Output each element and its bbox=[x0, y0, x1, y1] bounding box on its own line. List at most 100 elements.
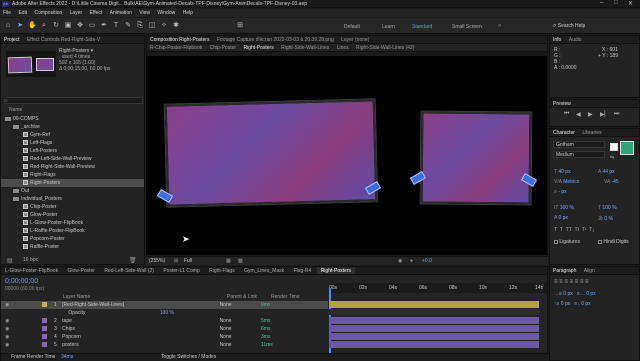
zoom-tool-icon[interactable]: ⌕ bbox=[40, 22, 48, 30]
ligatures-checkbox[interactable]: Ligatures bbox=[554, 239, 580, 245]
exposure-value[interactable]: +0.0 bbox=[422, 257, 432, 265]
list-item[interactable]: _archive bbox=[1, 123, 144, 131]
tab-layer[interactable]: Layer (none) bbox=[338, 36, 372, 43]
font-style-select[interactable]: Medium bbox=[553, 151, 605, 158]
table-row[interactable]: ◉ 2 tape None 5ms bbox=[1, 317, 328, 325]
workspace-small-screen[interactable]: Small Screen bbox=[452, 24, 482, 30]
tab-character[interactable]: Character bbox=[550, 129, 578, 136]
tab-composition[interactable]: Composition Right-Posters bbox=[147, 36, 212, 43]
show-channel-icon[interactable]: ● bbox=[410, 258, 413, 264]
layer-bar[interactable] bbox=[329, 317, 539, 324]
list-item[interactable]: Chip-Poster bbox=[1, 203, 144, 211]
bpc-indicator[interactable]: 16 bpc bbox=[23, 256, 38, 264]
swap-colors-icon[interactable]: ⇆ bbox=[610, 155, 614, 161]
zoom-select[interactable]: (255%) bbox=[149, 257, 165, 265]
hand-tool-icon[interactable]: ✋ bbox=[28, 22, 37, 30]
toggle-switches-modes[interactable]: Toggle Switches / Modes bbox=[161, 354, 216, 361]
brush-tool-icon[interactable]: ✎ bbox=[124, 22, 132, 30]
horizontal-scale-field[interactable]: T 100 % bbox=[598, 205, 617, 211]
space-fields[interactable]: ↑≡ 0 px ≡↓ 0 px bbox=[554, 301, 591, 307]
list-item[interactable]: Individual_Posters bbox=[1, 195, 144, 203]
tab-effect-controls[interactable]: Effect Controls Red-Right-Side-V bbox=[24, 36, 103, 43]
text-style-buttons[interactable]: T T TT Tt T¹ T₁ bbox=[554, 227, 594, 233]
search-help[interactable]: ⌕ Search Help bbox=[553, 23, 635, 31]
composition-viewer[interactable]: ➤ bbox=[146, 56, 547, 255]
layer-bar[interactable] bbox=[329, 301, 539, 308]
stroke-width-field[interactable]: ≡ - px bbox=[554, 189, 567, 195]
table-row[interactable]: ◉ 4 Popcorn None 3ms bbox=[1, 333, 328, 341]
label-color[interactable] bbox=[42, 318, 48, 324]
layer-bar[interactable] bbox=[329, 325, 539, 332]
camera-snapshot-icon[interactable]: ◉ bbox=[398, 258, 402, 264]
hindi-digits-checkbox[interactable]: Hindi Digits bbox=[598, 239, 629, 245]
resolution-grid-icon[interactable]: ⊞ bbox=[174, 258, 178, 264]
tab-timeline[interactable]: Poster-L1 Comp bbox=[159, 267, 203, 274]
list-item[interactable]: Red-Right-Side-Wall-Preview bbox=[1, 163, 144, 171]
list-item[interactable]: Gym-Ref bbox=[1, 131, 144, 139]
kerning-field[interactable]: V/A Metrics bbox=[554, 179, 579, 185]
layer-bar[interactable] bbox=[329, 333, 539, 340]
camera-tool-icon[interactable]: ▣ bbox=[64, 22, 72, 30]
list-item[interactable]: Left-Posters bbox=[1, 147, 144, 155]
interpret-footage-icon[interactable]: ▤ bbox=[7, 257, 13, 264]
list-item-selected[interactable]: Right-Posters bbox=[1, 179, 144, 187]
tab-timeline-active[interactable]: Right-Posters bbox=[316, 267, 355, 274]
prev-frame-icon[interactable]: ◀ bbox=[576, 111, 581, 118]
label-color[interactable] bbox=[42, 342, 48, 348]
menu-window[interactable]: Window bbox=[154, 9, 178, 17]
list-item[interactable]: Raffle-Poster bbox=[1, 243, 144, 251]
tab-timeline[interactable]: Gym_Lines_Mask bbox=[240, 267, 288, 274]
label-color[interactable] bbox=[42, 302, 48, 308]
menu-layer[interactable]: Layer bbox=[67, 9, 86, 17]
breadcrumb-item[interactable]: R-Chip-Poster-Flipbook bbox=[147, 44, 205, 51]
tracking-field[interactable]: VA -45 bbox=[604, 179, 619, 185]
workspace-learn[interactable]: Learn bbox=[382, 24, 395, 30]
table-row[interactable]: Opacity 100 % bbox=[1, 309, 328, 317]
layer-bar[interactable] bbox=[329, 309, 539, 315]
tab-timeline[interactable]: Flag-R4 bbox=[290, 267, 316, 274]
font-size-field[interactable]: T 40 px bbox=[554, 169, 571, 175]
tab-preview[interactable]: Preview bbox=[550, 100, 574, 107]
puppet-tool-icon[interactable]: ✱ bbox=[172, 22, 180, 30]
trash-icon[interactable]: 🗑 bbox=[129, 257, 137, 264]
list-item[interactable]: Right-Flags bbox=[1, 171, 144, 179]
tab-info[interactable]: Info bbox=[550, 36, 564, 43]
menu-file[interactable]: File bbox=[0, 9, 14, 17]
region-of-interest-icon[interactable]: ▦ bbox=[226, 258, 231, 264]
tab-audio[interactable]: Audio bbox=[566, 36, 585, 43]
baseline-shift-field[interactable]: A 0 px bbox=[554, 215, 568, 221]
tab-project[interactable]: Project bbox=[1, 36, 23, 43]
workspace-standard[interactable]: Standard bbox=[412, 24, 432, 30]
first-frame-icon[interactable]: ⏮ bbox=[564, 111, 569, 118]
play-icon[interactable]: ▶ bbox=[588, 111, 593, 118]
timeline-timecode[interactable]: 0;00;00;00 bbox=[5, 278, 38, 285]
menu-help[interactable]: Help bbox=[180, 9, 196, 17]
paragraph-align-buttons[interactable]: ≡ ≡ ≡ ≡ ≡ ≡ ≡ bbox=[554, 279, 589, 285]
label-color[interactable] bbox=[42, 334, 48, 340]
leading-field[interactable]: A 44 px bbox=[598, 169, 615, 175]
menu-animation[interactable]: Animation bbox=[107, 9, 135, 17]
breadcrumb-item[interactable]: Right-Side-Wall-Lines (42) bbox=[353, 44, 417, 51]
breadcrumb-item[interactable]: Chip-Poster bbox=[207, 44, 239, 51]
tab-paragraph[interactable]: Paragraph bbox=[550, 267, 579, 274]
list-item[interactable]: Glow-Poster bbox=[1, 211, 144, 219]
rectangle-tool-icon[interactable]: ▭ bbox=[88, 22, 96, 30]
vertical-scale-field[interactable]: IT 100 % bbox=[554, 205, 574, 211]
layer-bar[interactable] bbox=[329, 341, 539, 348]
rotate-tool-icon[interactable]: ↻ bbox=[52, 22, 60, 30]
eraser-tool-icon[interactable]: ◫ bbox=[148, 22, 156, 30]
list-item[interactable]: Out bbox=[1, 187, 144, 195]
menu-effect[interactable]: Effect bbox=[87, 9, 106, 17]
resolution-select[interactable]: Full bbox=[184, 257, 192, 265]
last-frame-icon[interactable]: ⏭ bbox=[614, 111, 619, 118]
tab-libraries[interactable]: Libraries bbox=[579, 129, 604, 136]
tab-timeline[interactable]: Glow-Poster bbox=[63, 267, 99, 274]
list-item[interactable]: L-Raffle-Poster-FlipBook bbox=[1, 227, 144, 235]
project-search-field[interactable]: ⌕ bbox=[4, 97, 143, 104]
breadcrumb-item[interactable]: Lines bbox=[334, 44, 352, 51]
tab-footage[interactable]: Footage Capture d'écran 2022-03-03 à 20.… bbox=[214, 36, 337, 43]
stroke-color-swatch[interactable] bbox=[610, 143, 618, 151]
clone-tool-icon[interactable]: ⎘ bbox=[136, 22, 144, 30]
home-icon[interactable]: ⌂ bbox=[4, 22, 12, 30]
font-family-select[interactable]: Gotham bbox=[553, 141, 605, 148]
